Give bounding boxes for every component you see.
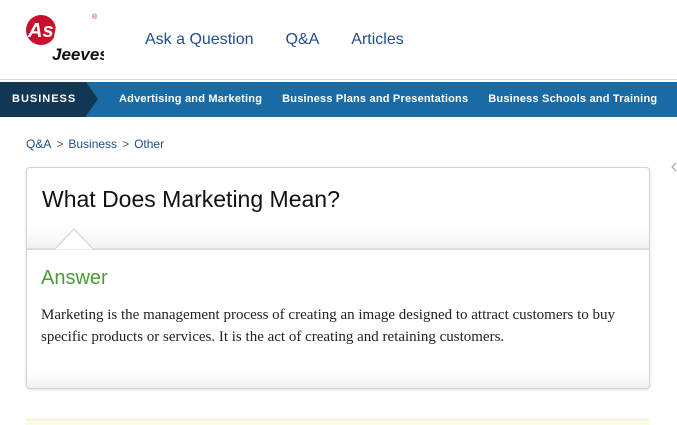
category-bar: BUSINESS Advertising and Marketing Busin… <box>0 82 677 117</box>
speech-pointer-divider <box>27 228 649 250</box>
breadcrumb-separator: > <box>122 137 130 151</box>
logo-jeeves-text: Jeeves <box>52 45 104 64</box>
page: Ask Jeeves ® Ask a Question Q&A Articles… <box>0 0 677 425</box>
breadcrumb-qa[interactable]: Q&A <box>26 137 51 151</box>
nav-ask-a-question[interactable]: Ask a Question <box>145 31 254 49</box>
category-business-plans[interactable]: Business Plans and Presentations <box>282 82 468 117</box>
qa-card: What Does Marketing Mean? Answer Marketi… <box>26 167 650 389</box>
site-header: Ask Jeeves ® Ask a Question Q&A Articles <box>0 0 677 80</box>
breadcrumb-business[interactable]: Business <box>68 137 117 151</box>
answer-text: Marketing is the management process of c… <box>41 307 615 345</box>
logo-ask-text: Ask <box>27 20 66 42</box>
category-advertising-marketing[interactable]: Advertising and Marketing <box>119 82 262 117</box>
answer-label: Answer <box>41 267 108 289</box>
top-nav: Ask a Question Q&A Articles <box>145 31 436 49</box>
breadcrumb-other[interactable]: Other <box>134 137 164 151</box>
logo-graphic: Ask Jeeves <box>26 15 109 64</box>
nav-qa[interactable]: Q&A <box>286 31 320 49</box>
category-items: Advertising and Marketing Business Plans… <box>119 82 677 117</box>
breadcrumb-separator: > <box>56 137 64 151</box>
card-bottom-shade <box>27 374 649 388</box>
header-divider <box>0 79 677 80</box>
category-active-arrow <box>86 82 98 116</box>
chevron-left-icon <box>671 162 677 172</box>
breadcrumb: Q&A > Business > Other <box>26 137 164 151</box>
trademark-symbol: ® <box>92 14 98 21</box>
category-business-schools[interactable]: Business Schools and Training <box>488 82 657 117</box>
nav-articles[interactable]: Articles <box>351 31 403 49</box>
category-active-business[interactable]: BUSINESS <box>0 82 86 117</box>
bottom-ad-strip <box>26 419 650 425</box>
ask-jeeves-logo[interactable]: Ask Jeeves ® <box>24 14 109 66</box>
